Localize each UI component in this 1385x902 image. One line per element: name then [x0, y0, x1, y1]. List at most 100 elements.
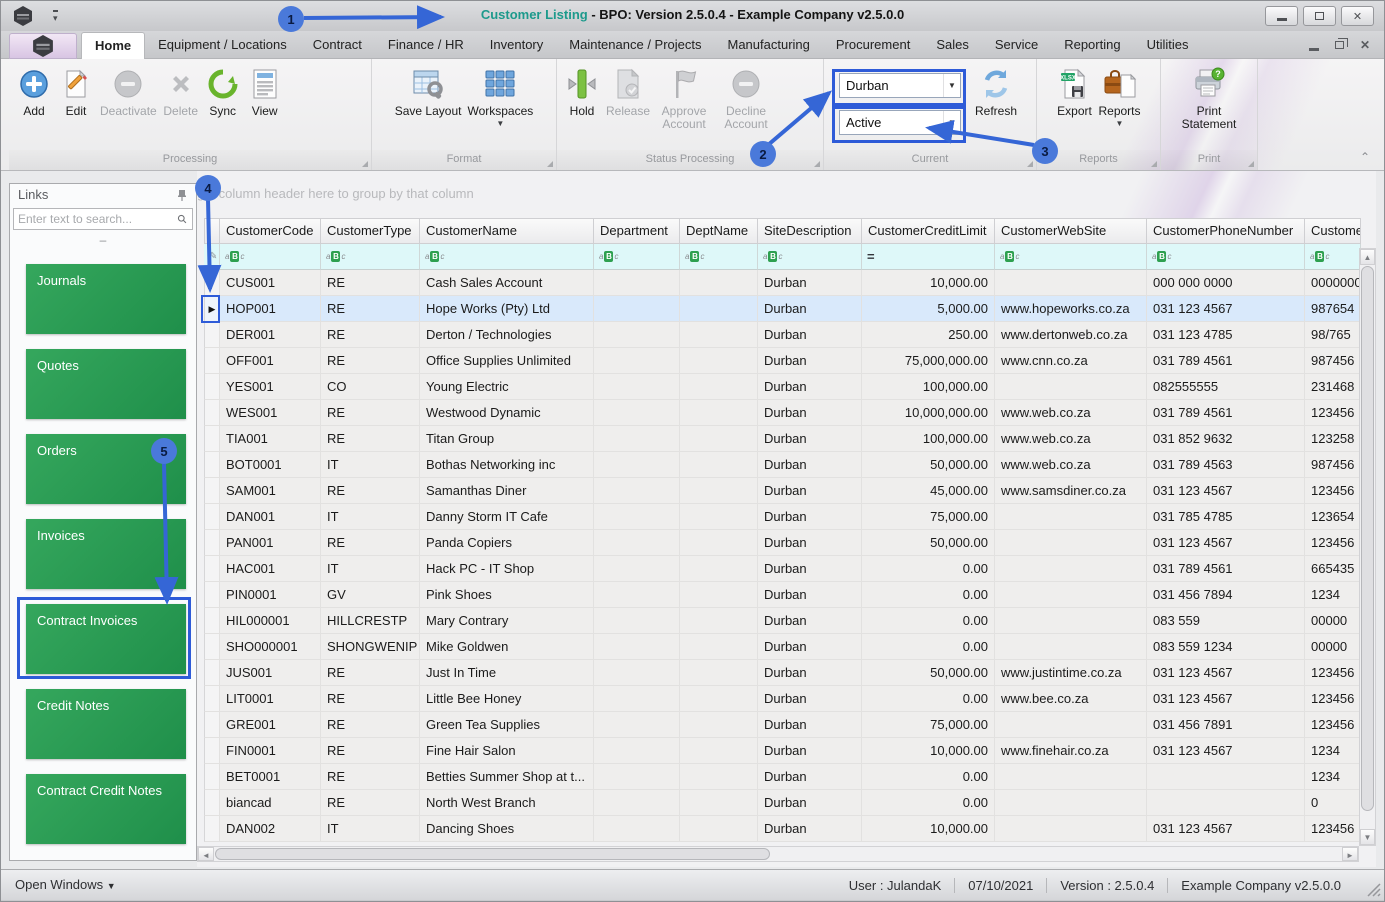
- column-header-customercreditlimit[interactable]: CustomerCreditLimit: [862, 218, 995, 244]
- grid-cell[interactable]: PAN001: [220, 530, 321, 556]
- grid-cell[interactable]: [594, 686, 680, 712]
- grid-cell[interactable]: 031 123 4567: [1147, 816, 1305, 842]
- grid-cell[interactable]: 083 559: [1147, 608, 1305, 634]
- column-header-customername[interactable]: CustomerName: [420, 218, 594, 244]
- grid-cell[interactable]: Durban: [758, 478, 862, 504]
- grid-cell[interactable]: Durban: [758, 634, 862, 660]
- filter-cell[interactable]: aBc: [321, 244, 420, 270]
- grid-cell[interactable]: Little Bee Honey: [420, 686, 594, 712]
- grid-cell[interactable]: www.finehair.co.za: [995, 738, 1147, 764]
- grid-cell[interactable]: 987654: [1305, 296, 1361, 322]
- grid-cell[interactable]: [594, 296, 680, 322]
- table-row[interactable]: OFF001REOffice Supplies UnlimitedDurban7…: [204, 348, 1361, 374]
- grid-cell[interactable]: Samanthas Diner: [420, 478, 594, 504]
- abc-filter-icon[interactable]: aBc: [1152, 251, 1171, 262]
- grid-cell[interactable]: 250.00: [862, 322, 995, 348]
- grid-cell[interactable]: [594, 270, 680, 296]
- table-row[interactable]: WES001REWestwood DynamicDurban10,000,000…: [204, 400, 1361, 426]
- hold-button[interactable]: Hold: [561, 64, 603, 120]
- grid-cell[interactable]: 031 123 4567: [1147, 686, 1305, 712]
- save-layout-button[interactable]: Save Layout: [392, 64, 465, 120]
- sidebar-item-contract-invoices[interactable]: Contract Invoices: [26, 604, 186, 674]
- grid-cell[interactable]: 231468: [1305, 374, 1361, 400]
- grid-cell[interactable]: Durban: [758, 790, 862, 816]
- grid-cell[interactable]: [995, 634, 1147, 660]
- filter-cell[interactable]: aBc: [1305, 244, 1361, 270]
- grid-cell[interactable]: [995, 530, 1147, 556]
- grid-cell[interactable]: [680, 608, 758, 634]
- table-row[interactable]: SHO000001SHONGWENIPMike GoldwenDurban0.0…: [204, 634, 1361, 660]
- row-indicator[interactable]: [204, 556, 220, 582]
- application-menu-button[interactable]: [9, 33, 77, 59]
- column-header-department[interactable]: Department: [594, 218, 680, 244]
- table-row[interactable]: TIA001RETitan GroupDurban100,000.00www.w…: [204, 426, 1361, 452]
- grid-cell[interactable]: Durban: [758, 374, 862, 400]
- status-dropdown[interactable]: Active ▼: [839, 110, 961, 135]
- horizontal-scrollbar[interactable]: ◄ ►: [197, 846, 1359, 862]
- tab-home[interactable]: Home: [81, 32, 145, 59]
- grid-cell[interactable]: Durban: [758, 764, 862, 790]
- grid-cell[interactable]: [680, 374, 758, 400]
- grid-cell[interactable]: RE: [321, 738, 420, 764]
- grid-cell[interactable]: [995, 816, 1147, 842]
- search-input[interactable]: [14, 212, 177, 226]
- close-button[interactable]: ✕: [1341, 6, 1374, 26]
- grid-cell[interactable]: 031 852 9632: [1147, 426, 1305, 452]
- table-row[interactable]: YES001COYoung ElectricDurban100,000.0008…: [204, 374, 1361, 400]
- view-button[interactable]: View: [244, 64, 286, 120]
- grid-cell[interactable]: BET0001: [220, 764, 321, 790]
- grid-cell[interactable]: 50,000.00: [862, 530, 995, 556]
- grid-cell[interactable]: [594, 504, 680, 530]
- grid-cell[interactable]: [680, 322, 758, 348]
- grid-cell[interactable]: 031 123 4567: [1147, 478, 1305, 504]
- grid-cell[interactable]: RE: [321, 478, 420, 504]
- grid-cell[interactable]: 031 123 4567: [1147, 660, 1305, 686]
- mdi-restore-icon[interactable]: [1335, 41, 1344, 49]
- grid-cell[interactable]: [594, 374, 680, 400]
- grid-cell[interactable]: 987456: [1305, 452, 1361, 478]
- scroll-down-icon[interactable]: ▼: [1360, 829, 1375, 845]
- grid-cell[interactable]: DER001: [220, 322, 321, 348]
- grid-cell[interactable]: LIT0001: [220, 686, 321, 712]
- grid-cell[interactable]: RE: [321, 348, 420, 374]
- grid-cell[interactable]: [680, 400, 758, 426]
- grid-cell[interactable]: Dancing Shoes: [420, 816, 594, 842]
- grid-cell[interactable]: North West Branch: [420, 790, 594, 816]
- grid-cell[interactable]: Mary Contrary: [420, 608, 594, 634]
- grid-cell[interactable]: 031 123 4567: [1147, 296, 1305, 322]
- grid-cell[interactable]: YES001: [220, 374, 321, 400]
- filter-cell[interactable]: ✎: [204, 244, 220, 270]
- grid-cell[interactable]: [680, 634, 758, 660]
- grid-cell[interactable]: Green Tea Supplies: [420, 712, 594, 738]
- grid-cell[interactable]: [680, 660, 758, 686]
- dialog-launcher-icon[interactable]: [1027, 161, 1033, 167]
- grid-cell[interactable]: 665435: [1305, 556, 1361, 582]
- grid-cell[interactable]: Durban: [758, 738, 862, 764]
- grid-cell[interactable]: 031 123 4785: [1147, 322, 1305, 348]
- grid-cell[interactable]: RE: [321, 790, 420, 816]
- grid-cell[interactable]: 0.00: [862, 582, 995, 608]
- tab-reporting[interactable]: Reporting: [1051, 32, 1133, 59]
- table-row[interactable]: HAC001ITHack PC - IT ShopDurban0.00031 7…: [204, 556, 1361, 582]
- table-row[interactable]: FIN0001REFine Hair SalonDurban10,000.00w…: [204, 738, 1361, 764]
- tab-manufacturing[interactable]: Manufacturing: [715, 32, 823, 59]
- grid-cell[interactable]: Durban: [758, 400, 862, 426]
- row-indicator[interactable]: [204, 738, 220, 764]
- grid-cell[interactable]: 123456: [1305, 712, 1361, 738]
- scroll-up-icon[interactable]: ▲: [1360, 249, 1375, 265]
- dialog-launcher-icon[interactable]: [814, 161, 820, 167]
- dialog-launcher-icon[interactable]: [362, 161, 368, 167]
- grid-cell[interactable]: [594, 764, 680, 790]
- grid-cell[interactable]: Pink Shoes: [420, 582, 594, 608]
- grid-cell[interactable]: [680, 816, 758, 842]
- grid-cell[interactable]: 083 559 1234: [1147, 634, 1305, 660]
- refresh-button[interactable]: Refresh: [972, 64, 1020, 120]
- grid-cell[interactable]: www.web.co.za: [995, 452, 1147, 478]
- grid-cell[interactable]: [995, 764, 1147, 790]
- grid-cell[interactable]: Durban: [758, 608, 862, 634]
- table-row[interactable]: JUS001REJust In TimeDurban50,000.00www.j…: [204, 660, 1361, 686]
- table-row[interactable]: BOT0001ITBothas Networking incDurban50,0…: [204, 452, 1361, 478]
- grid-cell[interactable]: www.samsdiner.co.za: [995, 478, 1147, 504]
- filter-cell[interactable]: aBc: [995, 244, 1147, 270]
- grid-cell[interactable]: Bothas Networking inc: [420, 452, 594, 478]
